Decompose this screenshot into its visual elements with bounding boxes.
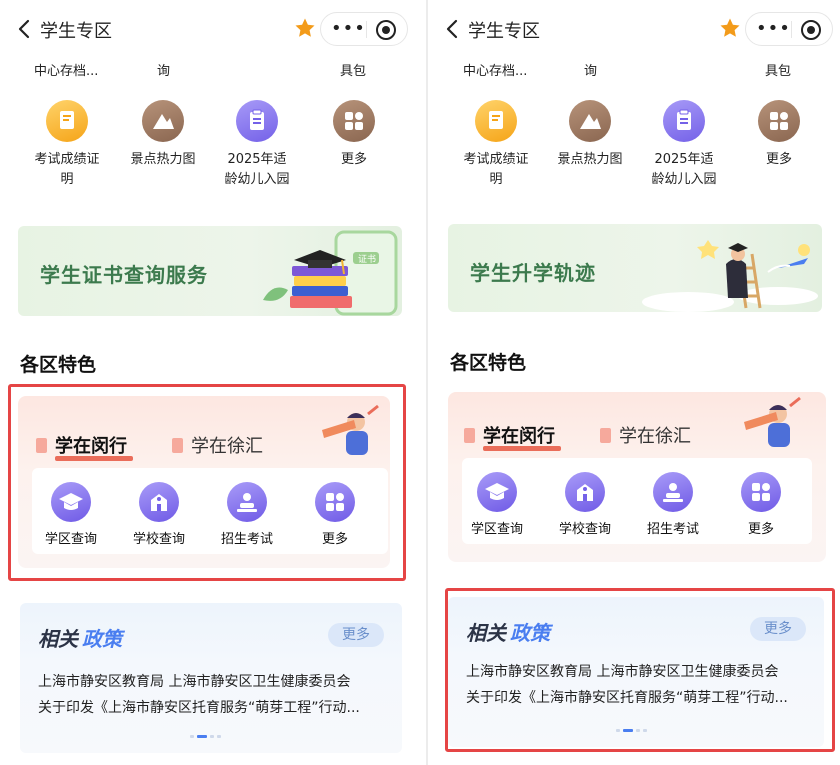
service-icon-row: 考试成绩证明 景点热力图 2025年适 龄幼儿入园 更多: [0, 100, 422, 200]
graduation-cap-icon: [477, 472, 517, 512]
tab-minhang[interactable]: 学在闵行: [464, 422, 561, 451]
service-item-kindergarten[interactable]: 2025年适 龄幼儿入园: [212, 100, 302, 190]
service-item-exam-certificate[interactable]: 考试成绩证明: [22, 100, 112, 190]
student-progress-banner[interactable]: 学生升学轨迹: [448, 224, 822, 312]
graduate-ladder-illustration: [642, 240, 818, 312]
back-arrow-icon[interactable]: [14, 18, 36, 40]
service-item-kindergarten[interactable]: 2025年适 龄幼儿入园: [639, 100, 729, 190]
svg-text:证书: 证书: [358, 254, 376, 265]
district-item-more[interactable]: 更多: [726, 472, 796, 537]
policy-title: 相关 政策: [38, 627, 122, 651]
service-item-label: 2025年适 龄幼儿入园: [224, 152, 290, 187]
book-icon: [464, 428, 475, 443]
service-item-heatmap[interactable]: 景点热力图: [118, 100, 208, 170]
back-arrow-icon[interactable]: [442, 18, 464, 40]
district-item-enrollment-exam[interactable]: 招生考试: [638, 472, 708, 537]
banner-title: 学生证书查询服务: [40, 263, 208, 287]
grid-more-icon: [333, 100, 375, 142]
service-item-more[interactable]: 更多: [309, 100, 399, 170]
panel-divider: [426, 0, 428, 765]
page-title: 学生专区: [468, 21, 540, 42]
exam-person-icon: [653, 472, 693, 512]
district-item-school-zone[interactable]: 学区查询: [462, 472, 532, 537]
district-feature-card: 学在闵行 学在徐汇 学区查询 学校查询 招生考试 更多: [448, 392, 826, 562]
service-row-truncated: 中心存档... 询 具包: [0, 60, 422, 80]
service-item-label: 更多: [340, 152, 367, 167]
section-title-districts: 各区特色: [450, 352, 527, 374]
service-label[interactable]: 中心存档...: [34, 60, 98, 79]
left-screen: 学生专区 ••• 中心存档... 询 具包 考试成绩证明 景点热力图 2025年…: [0, 0, 422, 765]
mountain-icon: [569, 100, 611, 142]
capsule-divider: [366, 21, 367, 38]
certificate-query-banner[interactable]: 学生证书查询服务 证书: [18, 226, 402, 316]
district-item-label: 招生考试: [646, 522, 699, 537]
service-item-heatmap[interactable]: 景点热力图: [545, 100, 635, 170]
service-label[interactable]: 询: [157, 60, 170, 79]
school-building-icon: [565, 472, 605, 512]
capsule-divider: [791, 21, 792, 38]
service-item-label: 考试成绩证明: [34, 152, 100, 187]
service-item-label: 2025年适 龄幼儿入园: [651, 152, 717, 187]
district-item-label: 学校查询: [558, 522, 611, 537]
policy-text-line: 上海市静安区教育局 上海市静安区卫生健康委员会: [38, 674, 351, 690]
policy-card[interactable]: 相关 政策 更多 上海市静安区教育局 上海市静安区卫生健康委员会 关于印发《上海市…: [20, 603, 402, 753]
mountain-icon: [142, 100, 184, 142]
service-label[interactable]: 具包: [765, 60, 791, 79]
page-title: 学生专区: [40, 21, 112, 42]
favorite-star-icon[interactable]: [718, 16, 742, 40]
clipboard-icon: [236, 100, 278, 142]
annotation-highlight-box: [445, 588, 835, 752]
more-options-button[interactable]: •••: [756, 19, 790, 39]
carousel-dots: [190, 735, 224, 739]
service-item-label: 景点热力图: [557, 152, 623, 167]
district-item-label: 更多: [747, 522, 774, 537]
service-label[interactable]: 具包: [340, 60, 366, 79]
service-label[interactable]: 询: [584, 60, 597, 79]
active-tab-indicator: [483, 446, 561, 451]
district-services: 学区查询 学校查询 招生考试 更多: [462, 458, 812, 544]
telescope-student-illustration: [744, 396, 801, 447]
nav-bar: 学生专区 •••: [432, 8, 840, 50]
annotation-highlight-box: [8, 384, 406, 581]
service-item-more[interactable]: 更多: [734, 100, 824, 170]
mini-program-capsule: •••: [745, 12, 833, 46]
banner-title: 学生升学轨迹: [470, 261, 596, 285]
books-graduation-illustration: 证书: [263, 230, 398, 316]
service-row-truncated: 中心存档... 询 具包: [432, 60, 840, 80]
policy-more-button[interactable]: 更多: [328, 623, 384, 647]
close-target-icon[interactable]: [801, 20, 821, 40]
service-item-label: 考试成绩证明: [463, 152, 529, 187]
favorite-star-icon[interactable]: [293, 16, 317, 40]
service-item-exam-certificate[interactable]: 考试成绩证明: [451, 100, 541, 190]
tab-xuhui[interactable]: 学在徐汇: [600, 422, 691, 448]
book-icon: [600, 428, 611, 443]
grid-more-icon: [741, 472, 781, 512]
service-icon-row: 考试成绩证明 景点热力图 2025年适 龄幼儿入园 更多: [432, 100, 840, 200]
grid-more-icon: [758, 100, 800, 142]
district-item-school-query[interactable]: 学校查询: [550, 472, 620, 537]
service-item-label: 更多: [765, 152, 792, 167]
service-item-label: 景点热力图: [130, 152, 196, 167]
certificate-icon: [475, 100, 517, 142]
service-label[interactable]: 中心存档...: [463, 60, 527, 79]
close-target-icon[interactable]: [376, 20, 396, 40]
nav-bar: 学生专区 •••: [0, 8, 422, 50]
clipboard-icon: [663, 100, 705, 142]
district-item-label: 学区查询: [470, 522, 523, 537]
more-options-button[interactable]: •••: [331, 19, 365, 39]
mini-program-capsule: •••: [320, 12, 408, 46]
section-title-districts: 各区特色: [20, 354, 97, 376]
certificate-icon: [46, 100, 88, 142]
policy-text-line: 关于印发《上海市静安区托育服务“萌芽工程”行动...: [38, 700, 360, 716]
